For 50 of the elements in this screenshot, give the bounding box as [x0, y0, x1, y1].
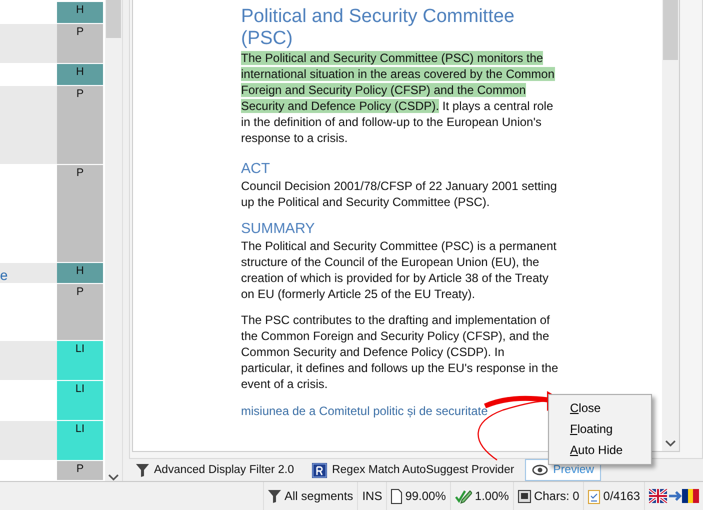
segment-tag: P	[57, 460, 103, 480]
section-heading: SUMMARY	[241, 220, 316, 238]
tab-label[interactable]: Preview	[553, 464, 594, 476]
source-segment-cell	[0, 420, 57, 460]
menu-item[interactable]: Auto Hide	[549, 440, 651, 461]
source-segment-cell	[0, 24, 57, 64]
tab-label[interactable]: Advanced Display Filter 2.0	[154, 464, 294, 476]
section-heading: ACT	[241, 160, 271, 178]
translation-text: misiunea de a Comitetul politic și de securitate	[241, 403, 488, 420]
pencil-check-icon	[454, 488, 472, 504]
document-title: Political and Security Committee (PSC)	[241, 6, 516, 50]
language-pair-icon	[649, 489, 699, 503]
scroll-down-icon[interactable]	[108, 474, 119, 481]
source-segment-cell: e	[0, 262, 57, 283]
status-text: 1.00%	[474, 489, 509, 503]
segment-tag: P	[57, 284, 103, 340]
scroll-thumb[interactable]	[106, 0, 121, 38]
segment-tag: P	[57, 86, 103, 164]
regex-icon	[312, 462, 327, 478]
segment-tag: H	[57, 2, 103, 24]
status-text: Chars: 0	[534, 489, 580, 503]
source-segment-cell	[0, 341, 57, 380]
status-text: All segments	[284, 489, 354, 503]
segment-tag: LI	[57, 420, 103, 460]
menu-item[interactable]: Close	[549, 398, 651, 419]
segment-tag: H	[57, 262, 103, 283]
segment-tag: LI	[57, 341, 103, 380]
menu-item[interactable]: Floating	[549, 419, 651, 440]
paragraph: The Political and Security Committee (PSC) monitors the international situation in the areas covered by the Common Foreign and Security Policy (CFSP) and the Common Security and Defence Policy (CSDP). It plays a central role in the definition of and follow-up to the European Union's response to a crisis.	[241, 50, 556, 146]
filter-icon	[136, 463, 149, 477]
tab-label[interactable]: Regex Match AutoSuggest Provider	[332, 464, 514, 476]
clipboard-icon	[588, 488, 600, 504]
status-text: 99.00%	[405, 489, 446, 503]
panel-tab[interactable]: Advanced Display Filter 2.0	[129, 459, 301, 481]
segment-tag: P	[57, 165, 103, 262]
eye-icon	[532, 464, 548, 476]
scroll-down-icon[interactable]	[665, 440, 676, 447]
panel-tab[interactable]: Regex Match AutoSuggest Provider	[304, 459, 522, 481]
segment-tag: H	[57, 64, 103, 86]
paragraph: Council Decision 2001/78/CFSP of 22 January 2001 setting up the Political and Security Committee (PSC).	[241, 178, 558, 210]
paragraph: The Political and Security Committee (PSC) is a permanent structure of the Council of the European Union (EU), the creation of which is provided for by Article 38 of the Treaty on EU (formerly Article 25 of the EU Treaty).	[241, 238, 558, 302]
scroll-thumb[interactable]	[663, 0, 678, 60]
segment-tag: P	[57, 24, 103, 64]
filter-icon	[268, 489, 282, 503]
chars-icon	[518, 490, 531, 502]
segment-tag: LI	[57, 381, 103, 420]
status-text: 0/4163	[603, 489, 640, 503]
document-icon	[391, 488, 402, 504]
status-text: INS	[362, 489, 382, 503]
paragraph: The PSC contributes to the drafting and implementation of the Common Foreign and Security Policy (CFSP), and the Common Security and Defence Policy (CSDP). In particular, it defines and follows up the EU's response in the event of a crisis.	[241, 312, 559, 392]
